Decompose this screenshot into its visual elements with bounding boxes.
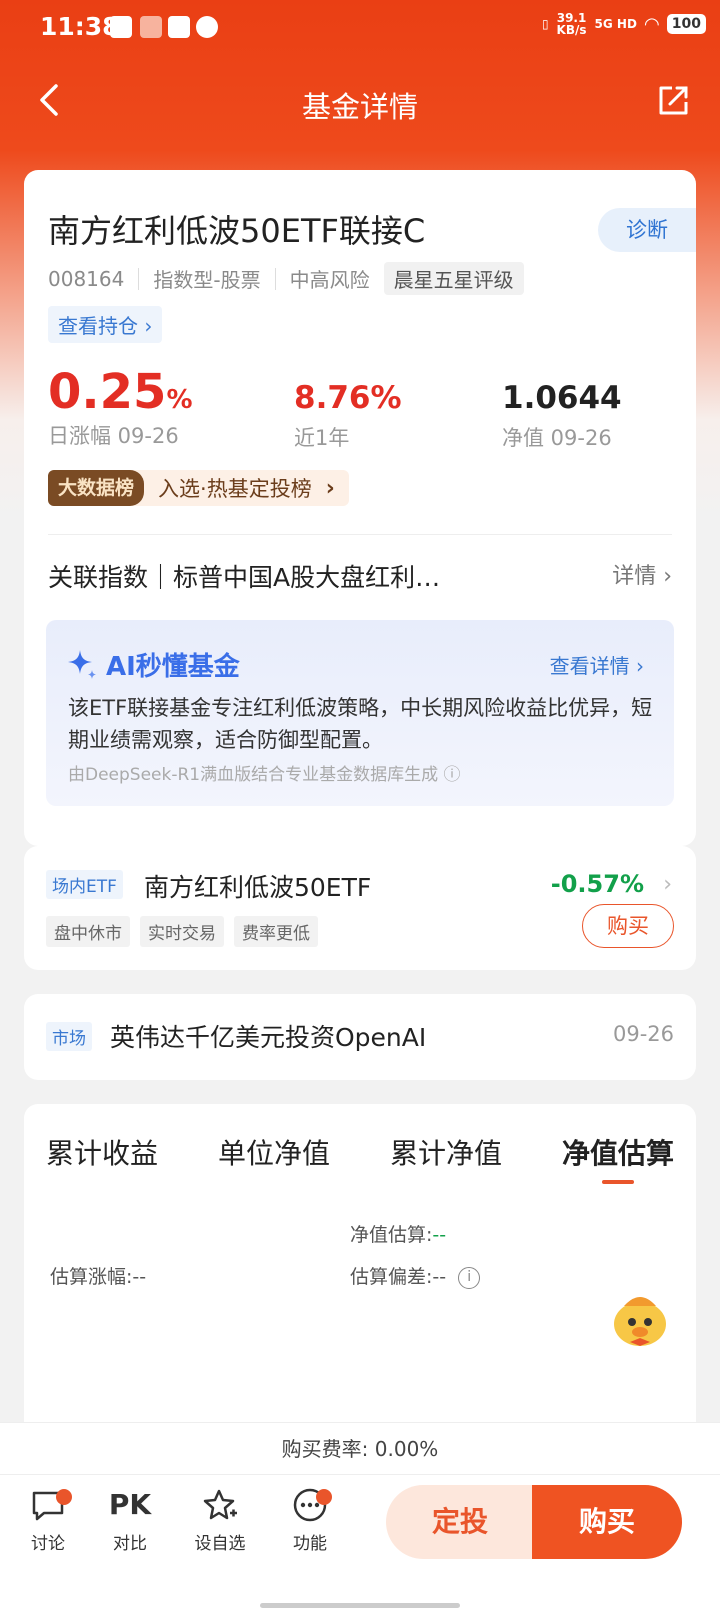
fund-summary-card: 南方红利低波50ETF联接C 诊断 008164 指数型-股票 中高风险 晨星五… <box>24 170 696 846</box>
app-notification-icon <box>110 16 132 38</box>
fund-name: 南方红利低波50ETF联接C <box>48 212 426 250</box>
nav-stat: 1.0644 净值 09-26 <box>502 364 622 452</box>
status-bar: 11:38 ▯ 39.1 KB/s 5G HD ◠ 100 <box>0 0 720 56</box>
fund-risk: 中高风险 <box>289 268 370 292</box>
purchase-fee: 购买费率: 0.00% <box>0 1422 720 1474</box>
pk-icon: PK <box>108 1488 152 1521</box>
star-plus-icon <box>203 1489 237 1520</box>
daily-change-stat: 0.25% 日涨幅 09-26 <box>48 364 193 450</box>
sparkle-icon <box>68 650 96 679</box>
view-holdings-link[interactable]: 查看持仓 › <box>48 306 163 343</box>
ranking-text: 入选·热基定投榜 <box>158 477 312 501</box>
auto-invest-button[interactable]: 定投 <box>386 1485 534 1559</box>
divider <box>274 267 276 290</box>
functions-label: 功能 <box>293 1534 327 1554</box>
net-speed: 39.1 KB/s <box>556 11 587 37</box>
fund-stats: 0.25% 日涨幅 09-26 8.76% 近1年 1.0644 净值 09-2… <box>48 364 668 454</box>
chevron-right-icon: › <box>663 872 672 897</box>
buy-button[interactable]: 购买 <box>532 1485 682 1559</box>
etf-name: 南方红利低波50ETF <box>144 873 372 902</box>
etf-change: -0.57% <box>550 870 644 898</box>
etf-buy-button[interactable]: 购买 <box>582 904 674 948</box>
fund-code: 008164 <box>48 266 125 291</box>
chevron-right-icon: › <box>325 475 335 501</box>
etf-tag: 场内ETF <box>46 870 123 899</box>
daily-change-label: 日涨幅 09-26 <box>48 424 179 448</box>
tab-cumulative-nav[interactable]: 累计净值 <box>390 1132 502 1192</box>
add-watchlist-button[interactable]: 设自选 <box>180 1487 260 1554</box>
signal-icon: 5G HD <box>594 17 637 31</box>
watchlist-label: 设自选 <box>194 1534 246 1554</box>
nav-value: 1.0644 <box>502 380 622 416</box>
daily-change: 0.25% <box>48 364 193 420</box>
related-index-detail[interactable]: 详情 › <box>612 558 672 590</box>
related-index-text: 关联指数｜标普中国A股大盘红利… <box>48 563 441 592</box>
fund-type: 指数型-股票 <box>153 268 261 292</box>
rating-badge: 晨星五星评级 <box>383 262 524 295</box>
divider <box>138 267 140 290</box>
chat-icon <box>196 16 218 38</box>
compare-label: 对比 <box>113 1534 147 1554</box>
tab-unit-nav[interactable]: 单位净值 <box>218 1132 330 1192</box>
share-icon[interactable] <box>656 84 690 118</box>
vibrate-icon: ▯ <box>541 17 549 31</box>
nav-estimate: 净值估算:-- <box>350 1224 447 1246</box>
chart-tabs: 累计收益 单位净值 累计净值 净值估算 <box>46 1132 674 1192</box>
nav-chart-card: 累计收益 单位净值 累计净值 净值估算 净值估算:-- 估算涨幅:-- 估算偏差… <box>24 1104 696 1434</box>
ranking-banner[interactable]: 大数据榜 入选·热基定投榜 › <box>48 470 349 506</box>
estimate-change: 估算涨幅:-- <box>50 1266 147 1288</box>
news-date: 09-26 <box>612 1022 674 1046</box>
discuss-button[interactable]: 讨论 <box>8 1487 88 1554</box>
ai-view-details-link[interactable]: 查看详情 › <box>550 650 644 679</box>
fund-meta: 008164 指数型-股票 中高风险 晨星五星评级 <box>48 262 524 295</box>
tab-nav-estimate[interactable]: 净值估算 <box>562 1132 674 1192</box>
ai-source-note: 由DeepSeek-R1满血版结合专业基金数据库生成 ⓘ <box>68 765 461 785</box>
ai-summary-text: 该ETF联接基金专注红利低波策略，中长期风险收益比优异，短期业绩需观察，适合防御… <box>68 696 653 752</box>
status-right: ▯ 39.1 KB/s 5G HD ◠ 100 <box>542 12 706 36</box>
notification-dot <box>56 1489 72 1505</box>
notification-dot <box>316 1489 332 1505</box>
news-card[interactable]: 市场 英伟达千亿美元投资OpenAI 09-26 <box>24 994 696 1080</box>
year-change-stat: 8.76% 近1年 <box>294 364 402 452</box>
etf-chips: 盘中休市 实时交易 费率更低 <box>46 916 318 947</box>
tab-nav-estimate-label: 净值估算 <box>561 1137 674 1170</box>
bottom-action-bar: 讨论 PK 对比 设自选 功能 定投 购买 <box>0 1474 720 1612</box>
news-title: 英伟达千亿美元投资OpenAI <box>110 1023 427 1052</box>
functions-button[interactable]: 功能 <box>270 1487 350 1554</box>
related-index-row[interactable]: 关联指数｜标普中国A股大盘红利… 详情 › <box>48 558 672 592</box>
year-change-label: 近1年 <box>294 426 350 450</box>
ai-title: AI秒懂基金 <box>106 652 240 682</box>
year-change: 8.76% <box>294 380 402 416</box>
nav-bar: 基金详情 <box>0 66 720 146</box>
etf-chip: 盘中休市 <box>46 916 130 947</box>
ai-summary-box: AI秒懂基金 查看详情 › 该ETF联接基金专注红利低波策略，中长期风险收益比优… <box>46 620 674 806</box>
wifi-icon: ◠ <box>644 13 659 35</box>
etf-chip: 实时交易 <box>140 916 224 947</box>
app-notification-icon-2 <box>140 16 162 38</box>
etf-chip: 费率更低 <box>234 916 318 947</box>
etf-card[interactable]: 场内ETF 南方红利低波50ETF -0.57% › 盘中休市 实时交易 费率更… <box>24 846 696 970</box>
compare-button[interactable]: PK 对比 <box>90 1487 170 1554</box>
ranking-tag: 大数据榜 <box>48 470 145 506</box>
active-tab-indicator <box>601 1180 634 1184</box>
status-time: 11:38 <box>40 12 120 41</box>
app-notification-icon-3 <box>168 16 190 38</box>
nav-label: 净值 09-26 <box>502 426 612 450</box>
divider <box>48 534 672 535</box>
battery-icon: 100 <box>666 14 706 34</box>
mascot-assistant-icon[interactable] <box>610 1284 670 1350</box>
tab-cumulative-return[interactable]: 累计收益 <box>46 1132 158 1192</box>
page-title: 基金详情 <box>301 90 418 124</box>
info-icon[interactable]: i <box>458 1266 481 1289</box>
news-tag: 市场 <box>46 1022 92 1051</box>
diagnose-button[interactable]: 诊断 <box>598 208 696 252</box>
estimate-deviation: 估算偏差:-- i <box>350 1262 481 1289</box>
discuss-label: 讨论 <box>31 1534 65 1554</box>
home-indicator <box>260 1603 460 1608</box>
